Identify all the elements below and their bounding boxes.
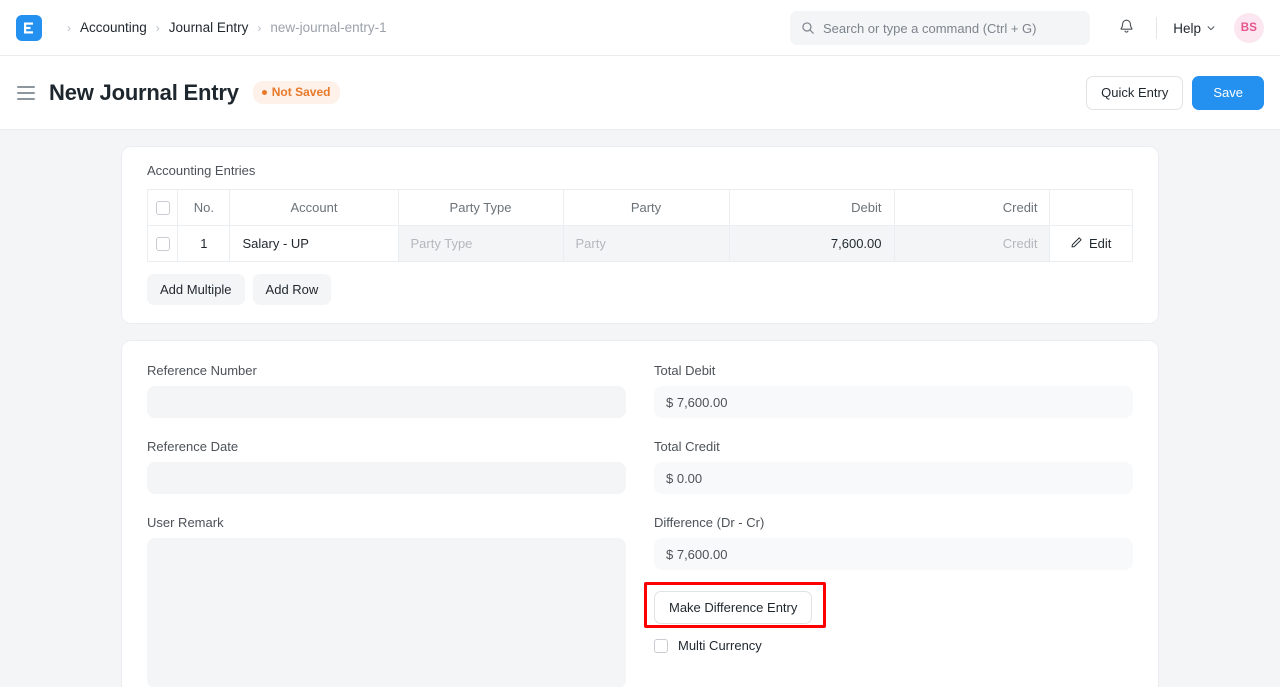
bell-icon (1118, 18, 1135, 38)
breadcrumb-item-accounting[interactable]: Accounting (80, 20, 147, 35)
accounting-entries-label: Accounting Entries (147, 163, 1133, 178)
multi-currency-checkbox[interactable] (654, 639, 668, 653)
breadcrumb-separator: › (67, 22, 71, 34)
breadcrumb-separator: › (257, 22, 261, 34)
page-title: New Journal Entry (49, 80, 239, 106)
breadcrumb-item-current: new-journal-entry-1 (270, 20, 386, 35)
row-select-cell (148, 226, 178, 262)
breadcrumb-item-journal-entry[interactable]: Journal Entry (169, 20, 249, 35)
row-index: 1 (178, 226, 230, 262)
difference-value (654, 538, 1133, 570)
avatar[interactable]: BS (1234, 13, 1264, 43)
column-header-credit: Credit (894, 190, 1050, 226)
status-dot-icon (262, 90, 267, 95)
add-row-button[interactable]: Add Row (253, 274, 332, 305)
multi-currency-row: Multi Currency (654, 638, 1133, 653)
status-badge-label: Not Saved (272, 85, 331, 99)
reference-number-input[interactable] (147, 386, 626, 418)
edit-label: Edit (1089, 236, 1111, 251)
erpnext-logo-icon[interactable] (16, 15, 42, 41)
add-multiple-button[interactable]: Add Multiple (147, 274, 245, 305)
details-form-card: Reference Number Reference Date User Rem… (121, 340, 1159, 687)
navbar-right-actions: Help BS (1110, 0, 1264, 56)
total-debit-value (654, 386, 1133, 418)
make-difference-entry-button[interactable]: Make Difference Entry (654, 591, 812, 624)
notifications-button[interactable] (1110, 12, 1142, 44)
row-checkbox[interactable] (156, 237, 170, 251)
column-header-no: No. (178, 190, 230, 226)
field-total-credit: Total Credit (654, 439, 1133, 494)
reference-date-label: Reference Date (147, 439, 626, 454)
user-remark-textarea[interactable] (147, 538, 626, 687)
field-difference: Difference (Dr - Cr) (654, 515, 1133, 570)
form-column-left: Reference Number Reference Date User Rem… (147, 363, 640, 687)
cell-edit: Edit (1050, 226, 1133, 262)
top-navbar: › Accounting › Journal Entry › new-journ… (0, 0, 1280, 56)
status-badge: Not Saved (253, 81, 341, 104)
save-button[interactable]: Save (1192, 76, 1264, 110)
page-header: New Journal Entry Not Saved Quick Entry … (0, 56, 1280, 130)
pencil-icon (1071, 236, 1083, 251)
search-input[interactable] (823, 21, 1079, 36)
make-difference-entry-row: Make Difference Entry (654, 591, 1133, 624)
total-credit-value (654, 462, 1133, 494)
user-remark-label: User Remark (147, 515, 626, 530)
accounting-entries-table: No. Account Party Type Party Debit Credi… (147, 189, 1133, 262)
accounting-entries-card: Accounting Entries No. Account Party Typ… (121, 146, 1159, 324)
reference-date-input[interactable] (147, 462, 626, 494)
cell-account[interactable]: Salary - UP (230, 226, 398, 262)
field-reference-date: Reference Date (147, 439, 626, 494)
field-total-debit: Total Debit (654, 363, 1133, 418)
select-all-checkbox[interactable] (156, 201, 170, 215)
total-debit-label: Total Debit (654, 363, 1133, 378)
form-column-right: Total Debit Total Credit Difference (Dr … (640, 363, 1133, 687)
reference-number-label: Reference Number (147, 363, 626, 378)
page-header-actions: Quick Entry Save (1086, 56, 1264, 130)
cell-party-type[interactable]: Party Type (398, 226, 563, 262)
edit-row-button[interactable]: Edit (1071, 236, 1111, 251)
field-reference-number: Reference Number (147, 363, 626, 418)
column-header-debit: Debit (729, 190, 894, 226)
breadcrumb-separator: › (156, 22, 160, 34)
chevron-down-icon (1206, 21, 1216, 36)
hamburger-icon[interactable] (17, 86, 35, 100)
select-all-header (148, 190, 178, 226)
page-body: Accounting Entries No. Account Party Typ… (0, 130, 1280, 687)
column-header-party: Party (563, 190, 729, 226)
search-box[interactable] (790, 11, 1090, 45)
quick-entry-button[interactable]: Quick Entry (1086, 76, 1183, 110)
help-menu-button[interactable]: Help (1171, 17, 1218, 40)
column-header-party-type: Party Type (398, 190, 563, 226)
search-icon (801, 21, 815, 35)
help-label: Help (1173, 21, 1201, 36)
cell-debit[interactable]: 7,600.00 (729, 226, 894, 262)
multi-currency-label: Multi Currency (678, 638, 762, 653)
table-header-row: No. Account Party Type Party Debit Credi… (148, 190, 1133, 226)
table-row[interactable]: 1 Salary - UP Party Type Party 7,600.00 … (148, 226, 1133, 262)
difference-label: Difference (Dr - Cr) (654, 515, 1133, 530)
column-header-actions (1050, 190, 1133, 226)
total-credit-label: Total Credit (654, 439, 1133, 454)
grid-footer-buttons: Add Multiple Add Row (147, 274, 1133, 305)
breadcrumb: › Accounting › Journal Entry › new-journ… (58, 20, 387, 35)
navbar-divider (1156, 17, 1157, 39)
cell-credit[interactable]: Credit (894, 226, 1050, 262)
field-user-remark: User Remark (147, 515, 626, 687)
cell-party[interactable]: Party (563, 226, 729, 262)
column-header-account: Account (230, 190, 398, 226)
